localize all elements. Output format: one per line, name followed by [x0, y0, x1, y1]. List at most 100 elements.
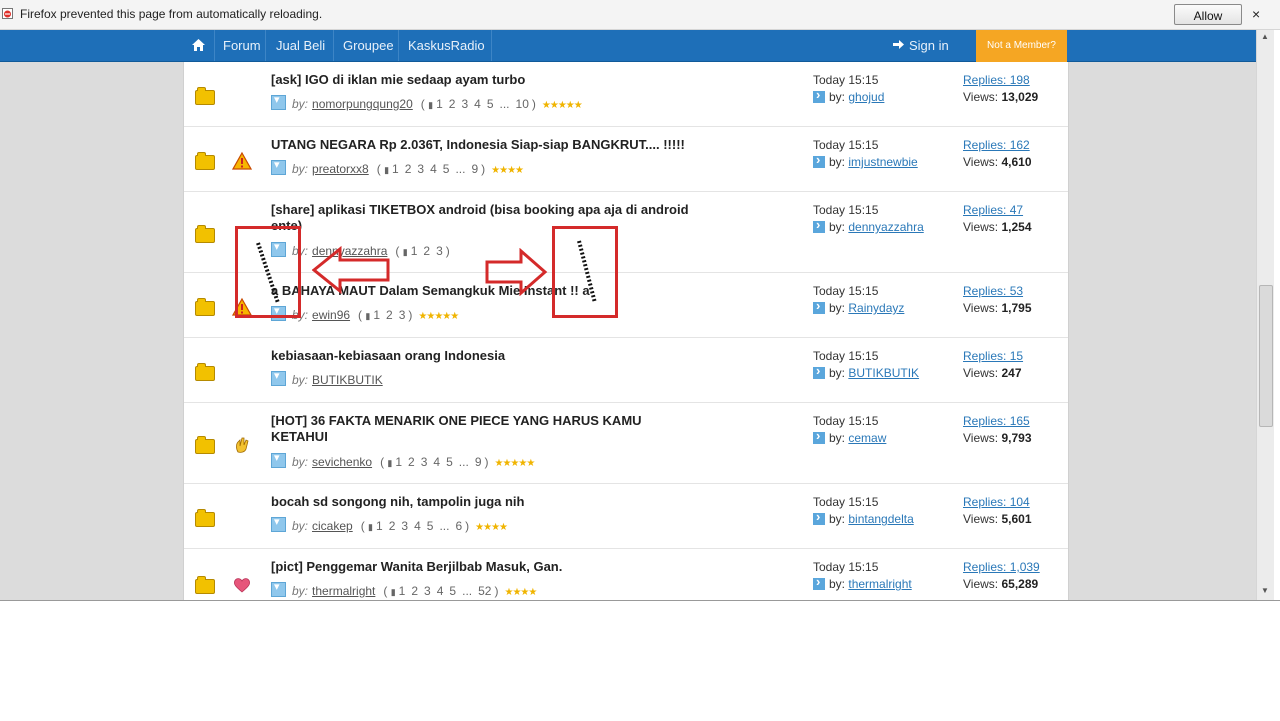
thread-title[interactable]: [pict] Penggemar Wanita Berjilbab Masuk,… — [271, 559, 691, 575]
page-link[interactable]: 2 — [411, 584, 418, 598]
thread-tools-dropdown[interactable] — [271, 93, 286, 110]
page-link[interactable]: 2 — [423, 244, 430, 258]
go-to-last-post-icon[interactable] — [813, 87, 825, 103]
page-link[interactable]: 4 — [430, 162, 437, 176]
last-post-user[interactable]: bintangdelta — [848, 512, 913, 526]
thread-title[interactable]: bocah sd songong nih, tampolin juga nih — [271, 494, 691, 510]
thread-tools-dropdown[interactable] — [271, 580, 286, 597]
replies-link[interactable]: Replies: 1,039 — [963, 560, 1040, 574]
page-link[interactable]: 3 — [417, 162, 424, 176]
page-link[interactable]: 9 — [471, 162, 478, 176]
last-post-user[interactable]: BUTIKBUTIK — [848, 366, 919, 380]
page-link[interactable]: ... — [439, 519, 449, 533]
go-to-last-post-icon[interactable] — [813, 152, 825, 168]
page-link[interactable]: 5 — [427, 519, 434, 533]
page-link[interactable]: 4 — [474, 97, 481, 111]
page-link[interactable]: 3 — [399, 308, 406, 322]
last-post-user[interactable]: imjustnewbie — [848, 155, 917, 169]
replies-link[interactable]: Replies: 47 — [963, 203, 1023, 217]
page-link[interactable]: ... — [455, 162, 465, 176]
page-link[interactable]: 2 — [386, 308, 393, 322]
page-link[interactable]: 2 — [408, 455, 415, 469]
nav-item-groupee[interactable]: Groupee — [343, 38, 394, 53]
thread-tools-dropdown[interactable] — [271, 515, 286, 532]
home-icon[interactable] — [191, 38, 206, 52]
not-a-member-button[interactable]: Not a Member? — [976, 30, 1067, 63]
vertical-scrollbar[interactable]: ▲ ▼ — [1256, 30, 1274, 600]
last-post-user[interactable]: dennyazzahra — [848, 220, 923, 234]
thread-title[interactable]: kebiasaan-kebiasaan orang Indonesia — [271, 348, 691, 364]
page-link[interactable]: 3 — [401, 519, 408, 533]
page-link[interactable]: 9 — [475, 455, 482, 469]
replies-link[interactable]: Replies: 198 — [963, 73, 1030, 87]
page-link[interactable]: 1 — [373, 308, 380, 322]
last-post-user[interactable]: thermalright — [848, 577, 911, 591]
replies-link[interactable]: Replies: 15 — [963, 349, 1023, 363]
thread-title[interactable]: UTANG NEGARA Rp 2.036T, Indonesia Siap-s… — [271, 137, 691, 153]
last-post-user[interactable]: ghojud — [848, 90, 884, 104]
thread-author[interactable]: preatorxx8 — [312, 162, 369, 176]
page-link[interactable]: 5 — [446, 455, 453, 469]
thread-author[interactable]: BUTIKBUTIK — [312, 373, 383, 387]
navbar-inner: Forum Jual Beli Groupee KaskusRadio Sign… — [183, 30, 1067, 63]
go-to-last-post-icon[interactable] — [813, 574, 825, 590]
page-link[interactable]: 2 — [389, 519, 396, 533]
go-to-last-post-icon[interactable] — [813, 509, 825, 525]
page-link[interactable]: 1 — [399, 584, 406, 598]
thread-author[interactable]: ewin96 — [312, 308, 350, 322]
scroll-up-icon[interactable]: ▲ — [1259, 32, 1271, 44]
last-post-user[interactable]: Rainydayz — [848, 301, 904, 315]
thread-title[interactable]: [share] aplikasi TIKETBOX android (bisa … — [271, 202, 691, 234]
thread-tools-dropdown[interactable] — [271, 158, 286, 175]
thread-author[interactable]: cicakep — [312, 519, 353, 533]
go-to-last-post-icon[interactable] — [813, 428, 825, 444]
page-link[interactable]: ... — [459, 455, 469, 469]
page-link[interactable]: 3 — [421, 455, 428, 469]
sign-in-link[interactable]: Sign in — [893, 38, 949, 53]
views-count: Views: 4,610 — [963, 155, 1032, 169]
page-link[interactable]: 3 — [461, 97, 468, 111]
page-link[interactable]: 5 — [443, 162, 450, 176]
page-link[interactable]: 4 — [433, 455, 440, 469]
thread-tools-dropdown[interactable] — [271, 369, 286, 386]
page-link[interactable]: 6 — [455, 519, 462, 533]
page-link[interactable]: 10 — [516, 97, 529, 111]
nav-item-kaskusradio[interactable]: KaskusRadio — [408, 38, 485, 53]
page-link[interactable]: 1 — [376, 519, 383, 533]
thread-author[interactable]: thermalright — [312, 584, 375, 598]
thread-tools-dropdown[interactable] — [271, 451, 286, 468]
page-link[interactable]: 2 — [405, 162, 412, 176]
thread-author[interactable]: nomorpungqung20 — [312, 97, 413, 111]
page-link[interactable]: 4 — [414, 519, 421, 533]
nav-item-forum[interactable]: Forum — [223, 38, 261, 53]
thread-title[interactable]: [ask] IGO di iklan mie sedaap ayam turbo — [271, 72, 691, 88]
replies-link[interactable]: Replies: 104 — [963, 495, 1030, 509]
page-link[interactable]: 5 — [449, 584, 456, 598]
last-post-user[interactable]: cemaw — [848, 431, 886, 445]
scroll-down-icon[interactable]: ▼ — [1259, 586, 1271, 598]
page-link[interactable]: 1 — [411, 244, 418, 258]
go-to-last-post-icon[interactable] — [813, 217, 825, 233]
page-link[interactable]: 1 — [436, 97, 443, 111]
replies-link[interactable]: Replies: 165 — [963, 414, 1030, 428]
thread-author[interactable]: sevichenko — [312, 455, 372, 469]
page-link[interactable]: 1 — [395, 455, 402, 469]
nav-item-jual-beli[interactable]: Jual Beli — [276, 38, 325, 53]
scroll-thumb[interactable] — [1259, 285, 1273, 427]
page-link[interactable]: ... — [500, 97, 510, 111]
page-link[interactable]: 3 — [424, 584, 431, 598]
page-link[interactable]: 52 — [478, 584, 491, 598]
go-to-last-post-icon[interactable] — [813, 363, 825, 379]
replies-link[interactable]: Replies: 53 — [963, 284, 1023, 298]
close-notification-icon[interactable]: × — [1252, 6, 1260, 22]
page-link[interactable]: 4 — [437, 584, 444, 598]
page-link[interactable]: ... — [462, 584, 472, 598]
thread-title[interactable]: [HOT] 36 FAKTA MENARIK ONE PIECE YANG HA… — [271, 413, 691, 445]
page-link[interactable]: 2 — [449, 97, 456, 111]
page-link[interactable]: 5 — [487, 97, 494, 111]
page-link[interactable]: 3 — [436, 244, 443, 258]
go-to-last-post-icon[interactable] — [813, 298, 825, 314]
allow-button[interactable]: Allow — [1174, 4, 1242, 25]
page-link[interactable]: 1 — [392, 162, 399, 176]
replies-link[interactable]: Replies: 162 — [963, 138, 1030, 152]
